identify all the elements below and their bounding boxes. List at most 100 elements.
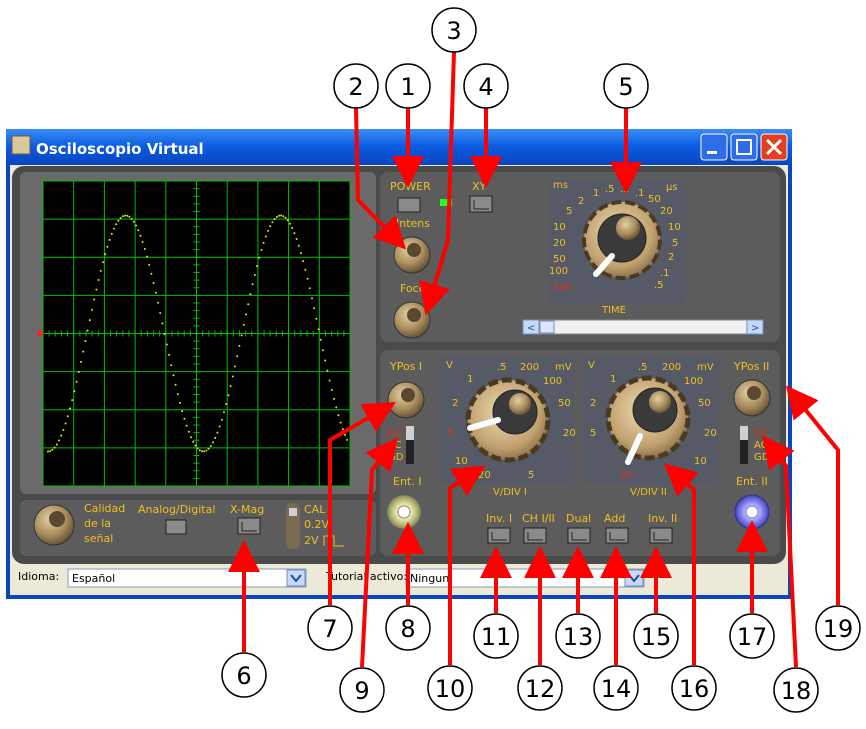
xmag-button[interactable] — [237, 517, 261, 535]
time-label: 5 — [672, 238, 678, 249]
trace-dot — [71, 399, 74, 402]
tutorial-select[interactable]: Ningun — [405, 568, 645, 588]
trace-dot — [104, 253, 107, 256]
trace-dot — [300, 252, 302, 255]
callout-number: 14 — [601, 675, 632, 703]
cal-2v-label: 2V — [304, 534, 319, 547]
coupling1-switch[interactable] — [406, 426, 414, 464]
dial-label: 20 — [478, 470, 491, 481]
maximize-button[interactable] — [730, 133, 758, 161]
xy-button[interactable] — [469, 195, 493, 213]
trace-dot — [159, 312, 162, 314]
ent2-connector[interactable] — [734, 494, 770, 530]
trace-dot — [58, 439, 60, 442]
trace-dot — [77, 371, 80, 373]
callout-number: 7 — [322, 615, 337, 643]
ch12-label: CH I/II — [522, 512, 555, 525]
trace-dot — [55, 443, 58, 446]
trace-dot — [293, 232, 296, 235]
callout-number: 4 — [478, 73, 493, 101]
trace-dot — [227, 394, 230, 397]
trace-dot — [315, 317, 318, 320]
minimize-icon — [707, 151, 717, 154]
ent1-connector[interactable] — [386, 494, 422, 530]
foco-label: Foco — [400, 282, 426, 295]
trace-dot — [115, 223, 118, 226]
time-dial-knob[interactable] — [582, 200, 662, 280]
ch12-button[interactable] — [523, 527, 547, 544]
ac2-label: AC — [754, 440, 768, 451]
trace-dot — [328, 379, 331, 382]
cal-switch[interactable] — [286, 503, 300, 549]
trace-dot — [267, 229, 269, 232]
minimize-button[interactable] — [700, 133, 728, 161]
trace-dot — [201, 450, 203, 453]
dial-label: 100 — [543, 376, 562, 387]
trace-dot — [311, 297, 313, 300]
calidad-knob[interactable] — [33, 504, 75, 546]
trace-dot — [291, 227, 294, 229]
ypos1-knob[interactable] — [387, 381, 425, 419]
calidad-label-2: de la — [84, 517, 111, 530]
trace-dot — [341, 428, 344, 431]
trace-dot — [297, 244, 300, 247]
ypos2-knob[interactable] — [733, 379, 771, 417]
trace-dot — [322, 349, 324, 352]
trace-dot — [132, 220, 135, 223]
trace-dot — [326, 369, 329, 372]
trace-dot — [73, 390, 76, 393]
vdiv2-panel: V mV 1.5 2001002 505 20105 20 V/DIV II — [582, 356, 718, 498]
trace-dot — [339, 421, 342, 424]
close-button[interactable] — [760, 133, 788, 161]
analog-digital-button[interactable] — [165, 519, 187, 535]
coupling2-switch[interactable] — [740, 426, 748, 464]
idioma-select[interactable]: Español — [67, 568, 307, 588]
ac1-label: AC — [388, 440, 402, 451]
callout-number: 6 — [236, 662, 251, 690]
trace-dot — [333, 397, 335, 400]
callout-number: 15 — [641, 623, 672, 651]
intens-knob[interactable] — [393, 236, 431, 274]
trace-dot — [80, 360, 82, 363]
foco-knob[interactable] — [393, 301, 431, 339]
trace-dot — [49, 450, 52, 453]
vdiv2-knob[interactable] — [605, 375, 691, 465]
trace-dot — [187, 430, 190, 433]
trace-dot — [306, 277, 309, 280]
trace-dot — [141, 241, 144, 243]
trace-dot — [220, 418, 223, 421]
trace-dot — [278, 214, 280, 217]
dial-label: 5 — [528, 470, 534, 481]
trace-dot — [176, 393, 179, 396]
vdiv2-title: V/DIV II — [630, 487, 667, 498]
dc2-label: DC — [754, 428, 769, 439]
power-button[interactable] — [397, 197, 421, 213]
time-label: .2 — [620, 184, 630, 195]
dial-label: 20 — [563, 428, 576, 439]
xy-label: XY — [472, 180, 487, 193]
trace-dot — [192, 440, 195, 443]
trace-dot — [146, 255, 148, 258]
add-button[interactable] — [605, 527, 629, 544]
trace-dot — [75, 380, 78, 383]
svg-text:<: < — [527, 323, 535, 334]
trace-dot — [225, 403, 228, 405]
inv1-button[interactable] — [487, 527, 511, 544]
dual-button[interactable] — [567, 527, 591, 544]
time-label: .5 — [654, 280, 664, 291]
time-label: 100 — [549, 266, 568, 277]
ent1-label: Ent. I — [393, 475, 421, 488]
callout-number: 17 — [737, 623, 768, 651]
time-label: 5 — [566, 206, 572, 217]
trace-dot — [258, 256, 261, 259]
vdiv1-knob[interactable] — [465, 377, 551, 463]
trace-dot — [335, 406, 338, 409]
callout-number: 12 — [525, 675, 556, 703]
inv2-button[interactable] — [649, 527, 673, 544]
calidad-label-3: señal — [84, 532, 113, 545]
trace-dot — [126, 214, 129, 217]
trace-dot — [66, 415, 69, 418]
trace-dot — [179, 401, 181, 404]
time-scrollbar[interactable]: < > — [522, 319, 764, 335]
callout-arrow — [785, 385, 840, 605]
